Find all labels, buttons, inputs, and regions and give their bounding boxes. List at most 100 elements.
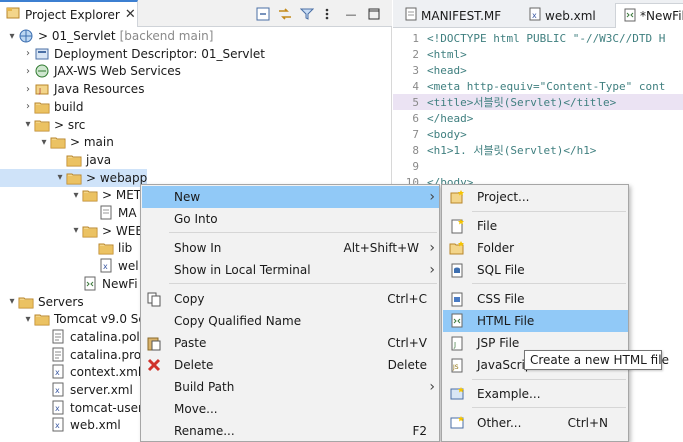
folder-icon <box>66 170 82 186</box>
menu-item-label: HTML File <box>477 314 535 328</box>
menu-item-show-in[interactable]: Show In Alt+Shift+W › <box>142 237 439 259</box>
tree-item[interactable]: catalina.prop <box>0 346 149 364</box>
delete-icon <box>146 357 162 373</box>
tree-item[interactable]: x wel <box>0 257 139 275</box>
properties-file-icon <box>50 347 66 363</box>
tree-item[interactable]: x web.xml <box>0 416 121 434</box>
collapsed-arrow-icon[interactable]: › <box>22 101 34 112</box>
code-line[interactable]: 1 <!DOCTYPE html PUBLIC "-//W3C//DTD H <box>393 30 683 46</box>
tab-newfile-html[interactable]: *NewFil <box>615 3 683 28</box>
tree-item-label: MA <box>118 206 137 220</box>
tree-item[interactable]: x context.xml <box>0 363 141 381</box>
view-menu-icon[interactable] <box>319 6 335 22</box>
tree-item-label: catalina.prop <box>70 347 149 362</box>
submenu-item-html-file[interactable]: HTML File <box>443 310 628 332</box>
menu-item-rename[interactable]: Rename... F2 <box>142 420 439 442</box>
expanded-arrow-icon[interactable]: ▾ <box>22 314 34 325</box>
tree-item[interactable]: ▾ > WEB <box>0 222 143 240</box>
submenu-arrow-icon: › <box>429 262 435 278</box>
tree-item[interactable]: java <box>0 151 111 169</box>
expanded-arrow-icon[interactable]: ▾ <box>22 119 34 130</box>
submenu-item-folder[interactable]: Folder <box>443 237 628 259</box>
tree-item[interactable]: › J Java Resources <box>0 80 144 98</box>
code-line[interactable]: 2 <html> <box>393 46 683 62</box>
expanded-arrow-icon[interactable]: ▾ <box>70 225 82 236</box>
menu-item-label: Other... <box>477 416 522 430</box>
menu-item-shortcut: Ctrl+C <box>387 292 427 306</box>
close-icon[interactable]: ✕ <box>125 7 136 22</box>
collapsed-arrow-icon[interactable]: › <box>22 84 34 95</box>
tree-item-label: Servers <box>38 294 84 309</box>
menu-item-delete[interactable]: Delete Delete <box>142 354 439 376</box>
expanded-arrow-icon[interactable]: ▾ <box>6 296 18 307</box>
submenu-arrow-icon: › <box>429 379 435 395</box>
tree-item[interactable]: › Deployment Descriptor: 01_Servlet <box>0 45 265 63</box>
submenu-item-project[interactable]: Project... <box>443 186 628 208</box>
editor-tabbar: MANIFEST.MF x web.xml *NewFil <box>393 0 683 28</box>
tree-item[interactable]: x server.xml <box>0 381 133 399</box>
svg-text:x: x <box>55 386 60 395</box>
xml-file-icon: x <box>98 258 114 274</box>
expanded-arrow-icon[interactable]: ▾ <box>70 190 82 201</box>
svg-text:x: x <box>55 404 60 413</box>
menu-item-build-path[interactable]: Build Path › <box>142 376 439 398</box>
tree-item[interactable]: ▾ > 01_Servlet [backend main] <box>0 27 213 45</box>
svg-text:x: x <box>532 11 537 20</box>
submenu-item-other[interactable]: Other... Ctrl+N <box>443 412 628 434</box>
tree-item-label: > MET <box>102 188 142 203</box>
submenu-item-css-file[interactable]: CSS File <box>443 288 628 310</box>
code-line[interactable]: 8 <h1>1. 서블릿(Servlet)</h1> <box>393 142 683 158</box>
new-file-icon <box>449 218 465 234</box>
tab-web-xml[interactable]: x web.xml <box>521 3 613 28</box>
collapse-all-icon[interactable] <box>255 6 271 22</box>
submenu-item-example[interactable]: Example... <box>443 383 628 405</box>
code-text: <h1>1. 서블릿(Servlet)</h1> <box>427 144 597 157</box>
new-submenu: Project... File Folder SQL File CSS File HTML… <box>441 184 629 442</box>
code-line[interactable]: 5 <title>서블릿(Servlet)</title> <box>393 94 683 110</box>
tree-item[interactable]: ▾ > main <box>0 133 113 151</box>
menu-item-copy-qualified-name[interactable]: Copy Qualified Name <box>142 310 439 332</box>
tree-item[interactable]: ▾ > src <box>0 116 85 134</box>
submenu-item-sql-file[interactable]: SQL File <box>443 259 628 281</box>
collapsed-arrow-icon[interactable]: › <box>22 48 34 59</box>
link-with-editor-icon[interactable] <box>277 6 293 22</box>
menu-item-show-in-local-terminal[interactable]: Show in Local Terminal › <box>142 259 439 281</box>
code-line[interactable]: 9 <box>393 158 683 174</box>
collapsed-arrow-icon[interactable]: › <box>22 66 34 77</box>
filter-icon[interactable] <box>299 6 315 22</box>
tree-item[interactable]: ▾ Servers <box>0 293 84 311</box>
tree-item[interactable]: ▾ > MET <box>0 186 141 204</box>
maximize-icon[interactable] <box>366 6 382 22</box>
expanded-arrow-icon[interactable]: ▾ <box>54 172 66 183</box>
minimize-icon[interactable]: — <box>343 6 359 22</box>
tree-item[interactable]: › JAX-WS Web Services <box>0 62 181 80</box>
menu-item-label: Copy <box>174 292 205 306</box>
submenu-item-file[interactable]: File <box>443 215 628 237</box>
tab-project-explorer[interactable]: Project Explorer ✕ <box>0 0 138 27</box>
tree-item[interactable]: lib <box>0 239 132 257</box>
expanded-arrow-icon[interactable]: ▾ <box>6 31 18 42</box>
tree-item[interactable]: MA <box>0 204 137 222</box>
tree-item[interactable]: x tomcat-user <box>0 399 143 417</box>
menu-item-go-into[interactable]: Go Into <box>142 208 439 230</box>
tree-item[interactable]: › build <box>0 98 84 116</box>
tree-item[interactable]: catalina.poli <box>0 328 143 346</box>
expanded-arrow-icon[interactable]: ▾ <box>38 137 50 148</box>
code-line[interactable]: 3 <head> <box>393 62 683 78</box>
menu-item-paste[interactable]: Paste Ctrl+V <box>142 332 439 354</box>
menu-item-copy[interactable]: Copy Ctrl+C <box>142 288 439 310</box>
menu-item-move[interactable]: Move... <box>142 398 439 420</box>
tree-item[interactable]: ▾ > webapp <box>0 168 148 187</box>
menu-item-new[interactable]: New › <box>142 186 439 208</box>
code-line[interactable]: 4 <meta http-equiv="Content-Type" cont <box>393 78 683 94</box>
tree-item[interactable]: ▾ Tomcat v9.0 Se <box>0 310 145 328</box>
code-line[interactable]: 7 <body> <box>393 126 683 142</box>
code-line[interactable]: 6 </head> <box>393 110 683 126</box>
code-text: <title>서블릿(Servlet)</title> <box>427 96 617 109</box>
svg-text:J: J <box>38 87 41 95</box>
tab-label: web.xml <box>545 8 596 23</box>
menu-separator <box>472 379 626 380</box>
tree-item[interactable]: NewFi <box>0 275 138 293</box>
menu-item-label: Rename... <box>174 424 235 438</box>
tab-manifest[interactable]: MANIFEST.MF <box>397 3 515 28</box>
